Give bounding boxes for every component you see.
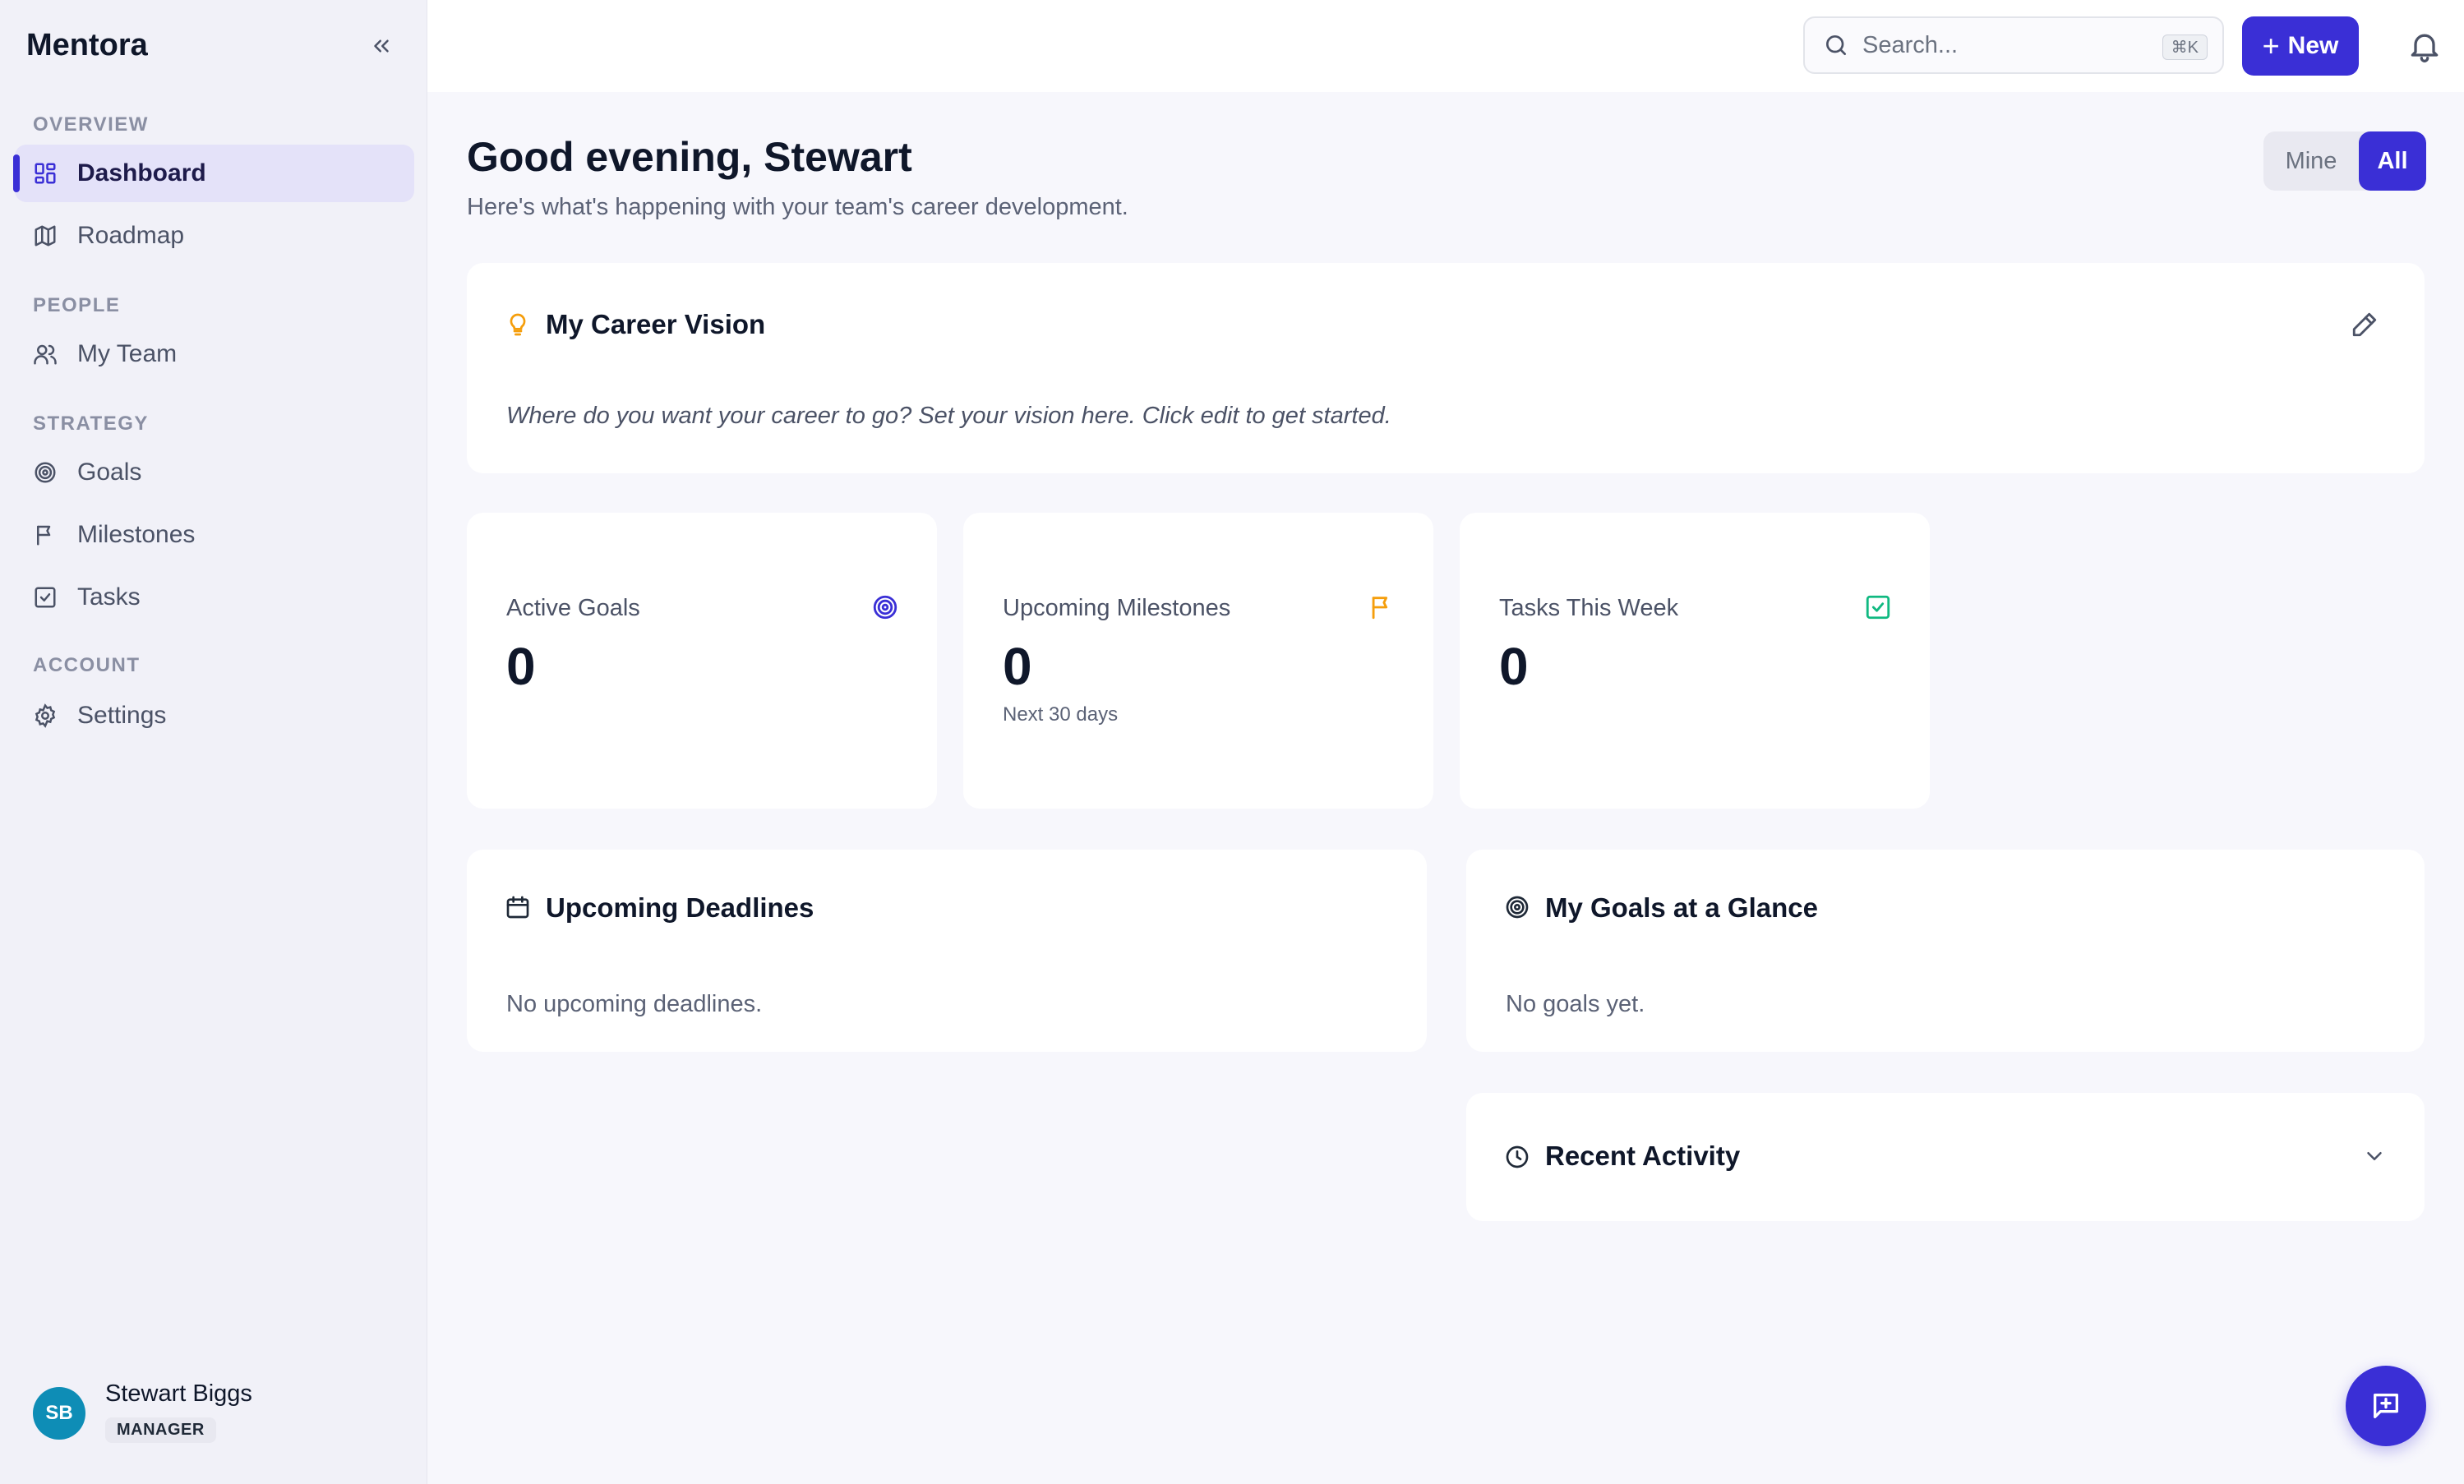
recent-activity-card[interactable]: Recent Activity [1466,1093,2425,1221]
goals-glance-empty: No goals yet. [1506,991,1645,1017]
sidebar-item-label: Dashboard [77,159,206,187]
gear-icon [35,703,56,728]
sidebar-item-label: Milestones [77,521,196,548]
upcoming-deadlines-empty: No upcoming deadlines. [506,991,763,1017]
stat-card-active-goals: Active Goals 0 [467,513,937,809]
scope-toggle: Mine All [2263,131,2426,191]
stat-card-tasks-this-week: Tasks This Week 0 [1460,513,1930,809]
collapse-sidebar-button[interactable] [365,30,398,62]
sidebar-item-label: My Team [77,340,178,367]
sidebar-item-label: Goals [77,459,142,486]
upcoming-deadlines-card: Upcoming Deadlines No upcoming deadlines… [467,850,1427,1052]
goals-glance-card: My Goals at a Glance No goals yet. [1466,850,2425,1052]
sidebar-item-label: Roadmap [77,222,185,249]
section-label-strategy: STRATEGY [33,412,149,435]
bell-icon[interactable] [2406,28,2443,64]
sidebar-item-dashboard[interactable]: Dashboard [13,145,414,202]
search-icon [1826,35,1846,55]
users-icon [34,344,57,365]
topbar: ⌘K + New [427,0,2464,92]
role-badge: MANAGER [105,1417,216,1443]
pencil-icon[interactable] [2351,311,2379,339]
avatar: SB [33,1387,85,1440]
sidebar-item-my-team[interactable]: My Team [15,325,414,383]
user-name: Stewart Biggs [105,1380,252,1407]
check-square-icon [1866,595,1890,620]
search-input[interactable] [1862,31,2134,59]
stat-card-upcoming-milestones: Upcoming Milestones 0 Next 30 days [963,513,1433,809]
flag-icon [1372,597,1388,620]
target-icon [873,595,897,620]
flag-icon [37,525,51,546]
feedback-chat-button[interactable] [2346,1366,2426,1446]
brand-logo[interactable]: Mentora [26,28,148,63]
plus-icon: + [2262,29,2280,62]
stat-value: 0 [1003,637,1032,696]
message-plus-icon [2374,1394,2398,1418]
page-subtitle: Here's what's happening with your team's… [467,194,1128,220]
section-label-people: PEOPLE [33,294,121,316]
search-box[interactable]: ⌘K [1803,16,2224,74]
target-icon [35,462,56,483]
sidebar-item-label: Tasks [77,583,141,611]
target-icon [1506,896,1529,919]
stat-hint: Next 30 days [1003,703,1119,726]
chevrons-left-icon [374,39,389,53]
section-label-overview: OVERVIEW [33,113,149,136]
search-shortcut-badge: ⌘K [2162,35,2208,60]
sidebar-item-goals[interactable]: Goals [15,444,414,501]
career-vision-text: Where do you want your career to go? Set… [506,403,1391,429]
chevron-down-icon[interactable] [2362,1144,2387,1168]
map-icon [35,225,56,247]
sidebar-item-roadmap[interactable]: Roadmap [15,207,414,265]
new-button-label: New [2287,32,2339,59]
sidebar-item-label: Settings [77,702,167,729]
sidebar-item-settings[interactable]: Settings [15,687,414,744]
new-button[interactable]: + New [2242,16,2359,76]
upcoming-deadlines-title: Upcoming Deadlines [546,892,814,923]
toggle-mine[interactable]: Mine [2263,131,2359,191]
stat-value: 0 [506,637,536,696]
stat-label: Tasks This Week [1499,595,1679,621]
goals-glance-title: My Goals at a Glance [1545,892,1818,923]
user-profile[interactable]: SB Stewart Biggs MANAGER [33,1380,252,1443]
career-vision-card: My Career Vision Where do you want your … [467,263,2425,473]
sidebar-item-tasks[interactable]: Tasks [15,569,414,626]
page-title: Good evening, Stewart [467,134,912,180]
layout-grid-icon [35,163,56,184]
career-vision-title: My Career Vision [546,309,766,339]
recent-activity-title: Recent Activity [1545,1141,1741,1171]
calendar-icon [506,896,529,919]
clock-icon [1506,1145,1529,1168]
sidebar-item-milestones[interactable]: Milestones [15,506,414,564]
stat-value: 0 [1499,637,1529,696]
section-label-account: ACCOUNT [33,654,141,676]
sidebar: Mentora OVERVIEW Dashboard Roadmap PEOPL… [0,0,427,1484]
toggle-all[interactable]: All [2359,131,2426,191]
stat-label: Active Goals [506,595,640,621]
stat-label: Upcoming Milestones [1003,595,1231,621]
check-square-icon [35,587,56,608]
lightbulb-icon [510,313,526,336]
